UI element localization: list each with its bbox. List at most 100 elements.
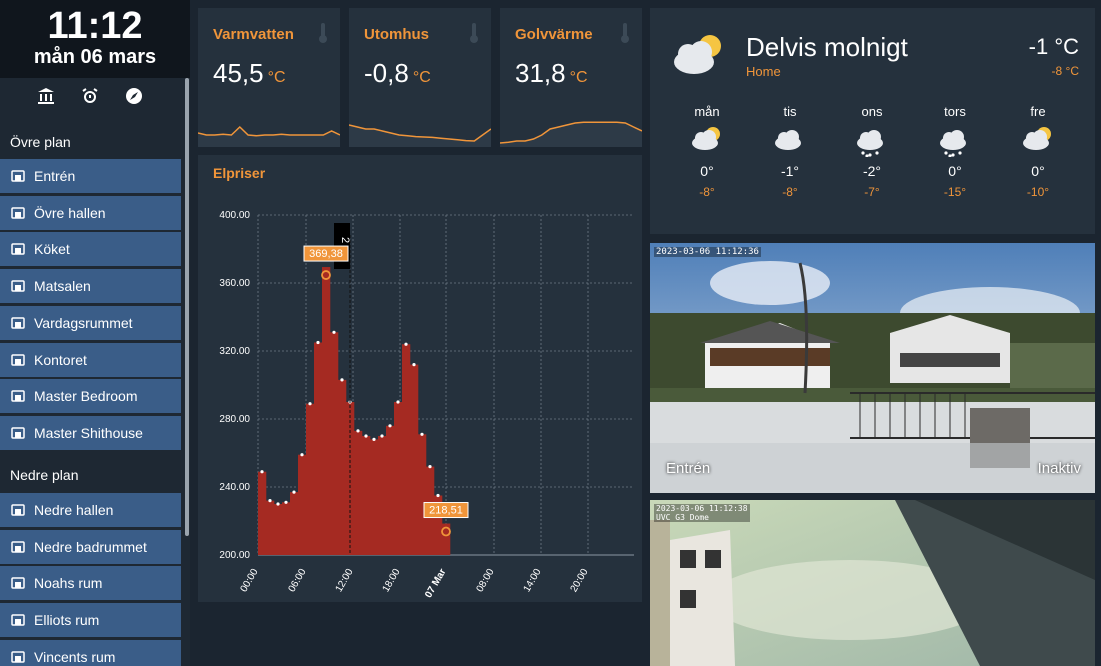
price-bar[interactable] — [274, 504, 283, 555]
price-bar[interactable] — [306, 403, 315, 555]
camera-dome-model: UVC G3 Dome — [656, 513, 709, 522]
sensor-sparkline — [198, 125, 340, 147]
sidebar-item-label: Matsalen — [34, 278, 91, 295]
y-tick-label: 360.00 — [219, 278, 250, 289]
sidebar-item-upper-5[interactable]: Kontoret — [0, 342, 181, 377]
sidebar-item-label: Kontoret — [34, 351, 87, 368]
svg-text:218,51: 218,51 — [429, 505, 463, 517]
sidebar-item-upper-0[interactable]: Entrén — [0, 159, 181, 193]
price-point — [284, 500, 288, 504]
sidebar-item-label: Nedre hallen — [34, 502, 114, 518]
price-point — [388, 424, 392, 428]
clock-date: mån 06 mars — [33, 46, 157, 68]
camera-entren[interactable]: 2023-03-06 11:12:36 Entrén Inaktiv — [650, 243, 1095, 493]
sensor-unit: °C — [267, 69, 286, 86]
price-bar[interactable] — [402, 344, 411, 555]
x-tick-label: 06:00 — [287, 567, 309, 595]
forecast-day-label: ons — [861, 104, 883, 119]
sidebar-item-label: Övre hallen — [34, 204, 106, 221]
bathtub-icon — [10, 425, 26, 441]
sidebar-item-upper-1[interactable]: Övre hallen — [0, 195, 181, 230]
x-tick-label: 18:00 — [381, 567, 403, 595]
sidebar-scrollbar[interactable] — [185, 78, 189, 536]
sensor-value: 45,5 °C — [213, 58, 286, 89]
child-icon — [10, 575, 26, 591]
forecast-day-label: tis — [783, 104, 797, 119]
sensor-card-0[interactable]: Varmvatten 45,5 °C — [198, 8, 340, 147]
bank-icon[interactable] — [36, 86, 56, 106]
sidebar-item-label: Elliots rum — [34, 612, 100, 629]
sidebar-item-upper-3[interactable]: Matsalen — [0, 269, 181, 304]
compass-icon[interactable] — [124, 86, 144, 106]
alarm-icon[interactable] — [80, 86, 100, 106]
price-bar[interactable] — [282, 502, 291, 555]
price-point — [356, 429, 360, 433]
y-tick-label: 240.00 — [219, 482, 250, 493]
sidebar-item-label: Vardagsrummet — [34, 314, 133, 331]
sidebar-item-label: Master Bedroom — [34, 388, 138, 405]
price-bar[interactable] — [362, 436, 371, 555]
sensor-sparkline — [500, 121, 642, 147]
weather-temperature: -1 °C — [1028, 34, 1079, 59]
sensor-value: 31,8 °C — [515, 58, 588, 89]
sidebar-item-lower-4[interactable]: Vincents rum — [0, 639, 181, 666]
forecast-day-label: mån — [694, 104, 720, 119]
sidebar-item-label: Köket — [34, 241, 70, 258]
sidebar-item-lower-0[interactable]: Nedre hallen — [0, 493, 181, 527]
price-bar[interactable] — [354, 430, 363, 555]
price-bar[interactable] — [378, 436, 387, 555]
forecast-day-2: ons -2° -7° — [842, 104, 902, 199]
price-bar[interactable] — [314, 342, 323, 556]
sensor-label: Utomhus — [364, 26, 429, 43]
desk-icon — [10, 352, 26, 368]
svg-text:369,38: 369,38 — [309, 248, 343, 260]
price-bar[interactable] — [290, 492, 299, 555]
price-point — [404, 342, 408, 346]
camera-dome-timestamp: 2023-03-06 11:12:38 UVC G3 Dome — [654, 504, 750, 522]
forecast-low: -7° — [864, 185, 880, 199]
price-bar[interactable] — [322, 267, 331, 555]
price-bar[interactable] — [418, 434, 427, 555]
price-bar[interactable] — [266, 500, 275, 555]
forecast-day-3: tors 0° -15° — [925, 104, 985, 199]
sidebar-item-upper-7[interactable]: Master Shithouse — [0, 415, 181, 450]
camera-entren-image — [650, 243, 1095, 493]
current-price-marker: 218,51 — [423, 502, 469, 519]
x-tick-label: 12:00 — [334, 567, 356, 595]
price-bar[interactable] — [370, 439, 379, 555]
sidebar-item-upper-6[interactable]: Master Bedroom — [0, 379, 181, 414]
sidebar-item-lower-1[interactable]: Nedre badrummet — [0, 529, 181, 564]
camera-entren-name: Entrén — [666, 460, 711, 477]
forecast-day-label: fre — [1030, 104, 1046, 119]
price-point — [276, 502, 280, 506]
stairs-icon — [10, 502, 26, 518]
sensor-label: Golvvärme — [515, 26, 593, 43]
price-bar[interactable] — [386, 425, 395, 555]
price-bar[interactable] — [410, 364, 419, 555]
forecast-low: -8° — [782, 185, 798, 199]
price-bar[interactable] — [258, 471, 267, 555]
sensor-card-1[interactable]: Utomhus -0,8 °C — [349, 8, 491, 147]
forecast-low: -10° — [1026, 185, 1050, 199]
price-point — [428, 465, 432, 469]
sidebar-item-lower-3[interactable]: Elliots rum — [0, 603, 181, 638]
camera-dome[interactable]: 2023-03-06 11:12:38 UVC G3 Dome — [650, 500, 1095, 666]
elpriser-chart[interactable]: 200.00 240.00 280.00 320.00 360.00 400.00 00:0… — [198, 155, 642, 602]
forecast-high: -2° — [862, 163, 882, 179]
section-lower: Nedre plan — [10, 467, 79, 483]
cloudy-icon — [775, 130, 801, 150]
camera-dome-image — [650, 500, 1095, 666]
price-bar[interactable] — [338, 379, 347, 555]
weather-condition: Delvis molnigt — [746, 32, 908, 62]
sidebar-item-upper-4[interactable]: Vardagsrummet — [0, 305, 181, 340]
price-bar[interactable] — [394, 402, 403, 555]
sidebar-item-lower-2[interactable]: Noahs rum — [0, 566, 181, 601]
price-bar[interactable] — [330, 332, 339, 555]
price-point — [364, 434, 368, 438]
kitchen-icon — [10, 241, 26, 257]
price-bar[interactable] — [298, 454, 307, 555]
forecast-low: -8° — [699, 185, 715, 199]
weather-card[interactable]: Delvis molnigt Home -1 °C -8 °C mån 0° -8°… — [650, 8, 1095, 234]
sidebar-item-upper-2[interactable]: Köket — [0, 232, 181, 267]
sensor-card-2[interactable]: Golvvärme 31,8 °C — [500, 8, 642, 147]
